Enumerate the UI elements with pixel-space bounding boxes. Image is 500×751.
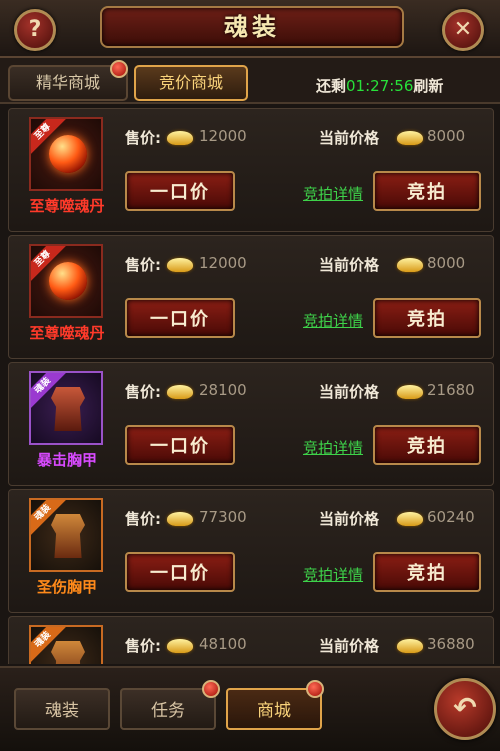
nav-quests[interactable]: 任务 — [120, 688, 216, 730]
list-item: 魂装 售价: 48100 当前价格 36880 — [8, 616, 494, 664]
price-value: 28100 — [199, 381, 247, 399]
timer-value: 01:27:56 — [346, 77, 414, 95]
item-name: 至尊噬魂丹 — [29, 197, 105, 215]
question-icon: ? — [28, 17, 42, 42]
price-label: 售价: — [125, 383, 161, 401]
current-price-value: 36880 — [427, 635, 475, 653]
gold-ingot-icon — [167, 258, 193, 272]
orb-icon — [49, 135, 87, 173]
price-value: 12000 — [199, 254, 247, 272]
gold-ingot-icon — [397, 512, 423, 526]
page-title: 魂装 — [100, 6, 404, 48]
chestplate-icon — [51, 641, 85, 664]
gold-ingot-icon — [167, 385, 193, 399]
timer-prefix: 还剩 — [316, 77, 347, 95]
item-name: 暴击胸甲 — [36, 451, 97, 469]
buyout-button[interactable]: 一口价 — [125, 552, 235, 592]
item-slot[interactable]: 魂装 — [29, 498, 103, 572]
list-item: 魂装 暴击胸甲 售价: 28100 当前价格 21680 一口价 竞拍详情 竞拍 — [8, 362, 494, 486]
bid-button[interactable]: 竞拍 — [373, 425, 481, 465]
price-label: 售价: — [125, 129, 161, 147]
title-bar: ? 魂装 ✕ — [0, 0, 500, 58]
help-button[interactable]: ? — [14, 9, 56, 51]
auction-detail-link[interactable]: 竞拍详情 — [303, 564, 363, 585]
list-item: 至尊 至尊噬魂丹 售价: 12000 当前价格 8000 一口价 竞拍详情 竞拍 — [8, 235, 494, 359]
current-price-label: 当前价格 — [319, 383, 380, 401]
current-price-label: 当前价格 — [319, 256, 380, 274]
item-name: 圣伤胸甲 — [36, 578, 97, 596]
notification-dot-icon — [306, 680, 324, 698]
back-arrow-icon: ↶ — [453, 691, 477, 724]
nav-soul-equip[interactable]: 魂装 — [14, 688, 110, 730]
price-label: 售价: — [125, 256, 161, 274]
buyout-button[interactable]: 一口价 — [125, 425, 235, 465]
notification-dot-icon — [202, 680, 220, 698]
current-price-value: 21680 — [427, 381, 475, 399]
chestplate-icon — [51, 514, 85, 558]
auction-detail-link[interactable]: 竞拍详情 — [303, 183, 363, 204]
current-price-value: 8000 — [427, 254, 466, 272]
price-label: 售价: — [125, 637, 161, 655]
bid-button[interactable]: 竞拍 — [373, 298, 481, 338]
item-slot[interactable]: 魂装 — [29, 625, 103, 664]
gold-ingot-icon — [397, 639, 423, 653]
current-price-label: 当前价格 — [319, 510, 380, 528]
buyout-button[interactable]: 一口价 — [125, 171, 235, 211]
tabs-row: 精华商城 竞价商城 还剩01:27:56刷新 — [0, 58, 500, 104]
auction-list[interactable]: 至尊 至尊噬魂丹 售价: 12000 当前价格 8000 一口价 竞拍详情 竞拍… — [8, 104, 494, 664]
auction-detail-link[interactable]: 竞拍详情 — [303, 310, 363, 331]
bid-button[interactable]: 竞拍 — [373, 552, 481, 592]
list-item: 魂装 圣伤胸甲 售价: 77300 当前价格 60240 一口价 竞拍详情 竞拍 — [8, 489, 494, 613]
orb-icon — [49, 262, 87, 300]
refresh-timer: 还剩01:27:56刷新 — [316, 75, 443, 96]
gold-ingot-icon — [397, 131, 423, 145]
item-slot[interactable]: 至尊 — [29, 117, 103, 191]
gold-ingot-icon — [167, 131, 193, 145]
gold-ingot-icon — [397, 258, 423, 272]
list-item: 至尊 至尊噬魂丹 售价: 12000 当前价格 8000 一口价 竞拍详情 竞拍 — [8, 108, 494, 232]
price-value: 77300 — [199, 508, 247, 526]
close-icon: ✕ — [453, 17, 473, 42]
gold-ingot-icon — [397, 385, 423, 399]
buyout-button[interactable]: 一口价 — [125, 298, 235, 338]
current-price-value: 60240 — [427, 508, 475, 526]
current-price-label: 当前价格 — [319, 129, 380, 147]
current-price-label: 当前价格 — [319, 637, 380, 655]
timer-suffix: 刷新 — [413, 77, 444, 95]
price-label: 售价: — [125, 510, 161, 528]
current-price-value: 8000 — [427, 127, 466, 145]
item-name: 至尊噬魂丹 — [29, 324, 105, 342]
gold-ingot-icon — [167, 512, 193, 526]
bottom-nav: 魂装 任务 商城 ↶ — [0, 666, 500, 751]
tab-auction-shop[interactable]: 竞价商城 — [134, 65, 248, 101]
item-slot[interactable]: 魂装 — [29, 371, 103, 445]
close-button[interactable]: ✕ — [442, 9, 484, 51]
price-value: 12000 — [199, 127, 247, 145]
back-button[interactable]: ↶ — [434, 678, 496, 740]
item-slot[interactable]: 至尊 — [29, 244, 103, 318]
bid-button[interactable]: 竞拍 — [373, 171, 481, 211]
price-value: 48100 — [199, 635, 247, 653]
auction-detail-link[interactable]: 竞拍详情 — [303, 437, 363, 458]
chestplate-icon — [51, 387, 85, 431]
gold-ingot-icon — [167, 639, 193, 653]
notification-dot-icon — [110, 60, 128, 78]
